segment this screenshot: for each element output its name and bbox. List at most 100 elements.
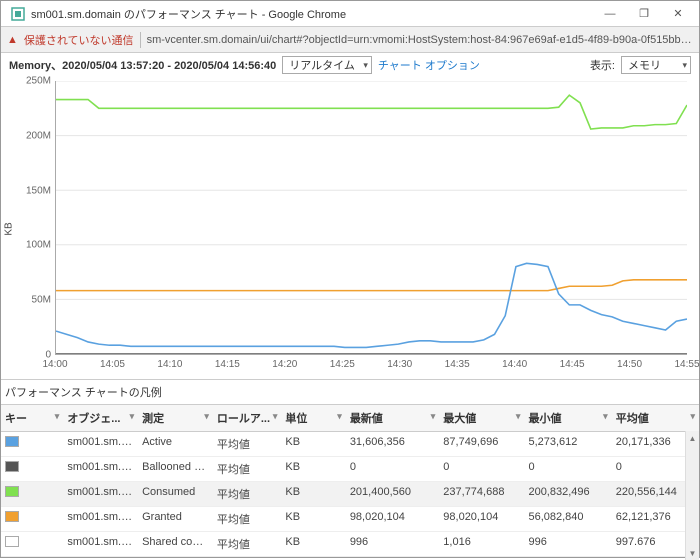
- cell-rollup: 平均値: [213, 506, 282, 531]
- x-tick: 14:30: [387, 359, 412, 370]
- cell-rollup: 平均値: [213, 481, 282, 506]
- cell-object: sm001.sm.d...: [63, 456, 138, 481]
- col-latest[interactable]: 最新値▾: [346, 405, 439, 431]
- table-header-row: キー▾オブジェ...▾測定▾ロールア...▾単位▾最新値▾最大値▾最小値▾平均値…: [1, 405, 699, 431]
- filter-icon[interactable]: ▾: [273, 411, 278, 422]
- maximize-button[interactable]: ❐: [627, 3, 661, 25]
- display-label: 表示:: [590, 57, 615, 73]
- x-axis: 14:0014:0514:1014:1514:2014:2514:3014:35…: [55, 357, 687, 377]
- timerange-value: リアルタイム: [289, 57, 355, 73]
- window-titlebar: sm001.sm.domain のパフォーマンス チャート - Google C…: [1, 1, 699, 27]
- table-row[interactable]: sm001.sm.d...Active平均値KB31,606,35687,749…: [1, 431, 699, 456]
- table-row[interactable]: sm001.sm.d...Granted平均値KB98,020,10498,02…: [1, 506, 699, 531]
- chart-header: Memory、2020/05/04 13:57:20 - 2020/05/04 …: [1, 53, 699, 77]
- y-tick: 200M: [26, 130, 51, 141]
- cell-max: 0: [439, 456, 524, 481]
- series-swatch: [5, 461, 19, 472]
- x-tick: 14:20: [272, 359, 297, 370]
- x-tick: 14:10: [157, 359, 182, 370]
- window-title: sm001.sm.domain のパフォーマンス チャート - Google C…: [31, 6, 593, 22]
- cell-latest: 31,606,356: [346, 431, 439, 456]
- chart-plot[interactable]: [55, 81, 687, 355]
- filter-icon[interactable]: ▾: [690, 411, 695, 422]
- chart-options-link[interactable]: チャート オプション: [378, 57, 480, 73]
- filter-icon[interactable]: ▾: [55, 411, 60, 422]
- cell-object: sm001.sm.d...: [63, 506, 138, 531]
- cell-min: 5,273,612: [524, 431, 611, 456]
- col-max[interactable]: 最大値▾: [439, 405, 524, 431]
- x-tick: 14:50: [617, 359, 642, 370]
- scroll-up-icon[interactable]: ▲: [686, 431, 699, 445]
- series-swatch: [5, 486, 19, 497]
- y-tick: 50M: [32, 295, 51, 306]
- x-tick: 14:40: [502, 359, 527, 370]
- series-swatch: [5, 511, 19, 522]
- cell-min: 0: [524, 456, 611, 481]
- table-row[interactable]: sm001.sm.d...Ballooned memory平均値KB0000: [1, 456, 699, 481]
- cell-object: sm001.sm.d...: [63, 431, 138, 456]
- filter-icon[interactable]: ▾: [603, 411, 608, 422]
- cell-rollup: 平均値: [213, 431, 282, 456]
- series-swatch: [5, 536, 19, 547]
- cell-latest: 996: [346, 531, 439, 556]
- cell-object: sm001.sm.d...: [63, 531, 138, 556]
- cell-measure: Active: [138, 431, 213, 456]
- table-row[interactable]: sm001.sm.d...Shared common平均値KB9961,0169…: [1, 531, 699, 556]
- cell-measure: Shared common: [138, 531, 213, 556]
- cell-max: 237,774,688: [439, 481, 524, 506]
- address-bar: ▲ 保護されていない通信 sm-vcenter.sm.domain/ui/cha…: [1, 27, 699, 53]
- col-measure[interactable]: 測定▾: [138, 405, 213, 431]
- legend-table: キー▾オブジェ...▾測定▾ロールア...▾単位▾最新値▾最大値▾最小値▾平均値…: [1, 405, 699, 557]
- col-rollup[interactable]: ロールア...▾: [213, 405, 282, 431]
- x-tick: 14:05: [100, 359, 125, 370]
- filter-icon[interactable]: ▾: [431, 411, 436, 422]
- y-tick: 100M: [26, 240, 51, 251]
- cell-unit: KB: [281, 506, 345, 531]
- cell-min: 996: [524, 531, 611, 556]
- y-tick: 250M: [26, 76, 51, 87]
- cell-latest: 0: [346, 456, 439, 481]
- filter-icon[interactable]: ▾: [516, 411, 521, 422]
- scrollbar[interactable]: ▲ ▼: [685, 431, 699, 560]
- x-tick: 14:15: [215, 359, 240, 370]
- x-tick: 14:25: [330, 359, 355, 370]
- col-object[interactable]: オブジェ...▾: [63, 405, 138, 431]
- cell-min: 56,082,840: [524, 506, 611, 531]
- table-row[interactable]: sm001.sm.d...Consumed平均値KB201,400,560237…: [1, 481, 699, 506]
- cell-max: 1,016: [439, 531, 524, 556]
- cell-min: 200,832,496: [524, 481, 611, 506]
- filter-icon[interactable]: ▾: [337, 411, 342, 422]
- x-tick: 14:55: [674, 359, 699, 370]
- chart-title: Memory、2020/05/04 13:57:20 - 2020/05/04 …: [9, 57, 276, 73]
- filter-icon[interactable]: ▾: [130, 411, 135, 422]
- insecure-label: 保護されていない通信: [24, 32, 134, 48]
- cell-max: 87,749,696: [439, 431, 524, 456]
- x-tick: 14:00: [42, 359, 67, 370]
- cell-unit: KB: [281, 531, 345, 556]
- col-unit[interactable]: 単位▾: [281, 405, 345, 431]
- cell-measure: Consumed: [138, 481, 213, 506]
- close-button[interactable]: ✕: [661, 3, 695, 25]
- cell-rollup: 平均値: [213, 456, 282, 481]
- cell-unit: KB: [281, 481, 345, 506]
- timerange-select[interactable]: リアルタイム: [282, 56, 372, 74]
- cell-latest: 98,020,104: [346, 506, 439, 531]
- minimize-button[interactable]: —: [593, 3, 627, 25]
- cell-rollup: 平均値: [213, 531, 282, 556]
- col-min[interactable]: 最小値▾: [524, 405, 611, 431]
- col-key[interactable]: キー▾: [1, 405, 63, 431]
- separator: [140, 32, 141, 48]
- chart-area: KB 050M100M150M200M250M 14:0014:0514:101…: [9, 81, 691, 377]
- legend-table-wrap: キー▾オブジェ...▾測定▾ロールア...▾単位▾最新値▾最大値▾最小値▾平均値…: [1, 404, 699, 560]
- display-select[interactable]: メモリ: [621, 56, 691, 74]
- display-value: メモリ: [628, 57, 661, 73]
- col-avg[interactable]: 平均値▾: [612, 405, 699, 431]
- x-tick: 14:45: [560, 359, 585, 370]
- cell-measure: Ballooned memory: [138, 456, 213, 481]
- y-tick: 150M: [26, 185, 51, 196]
- filter-icon[interactable]: ▾: [204, 411, 209, 422]
- x-tick: 14:35: [445, 359, 470, 370]
- legend-title: パフォーマンス チャートの凡例: [1, 379, 699, 404]
- url-text[interactable]: sm-vcenter.sm.domain/ui/chart#?objectId=…: [147, 34, 693, 46]
- warning-icon: ▲: [7, 34, 18, 46]
